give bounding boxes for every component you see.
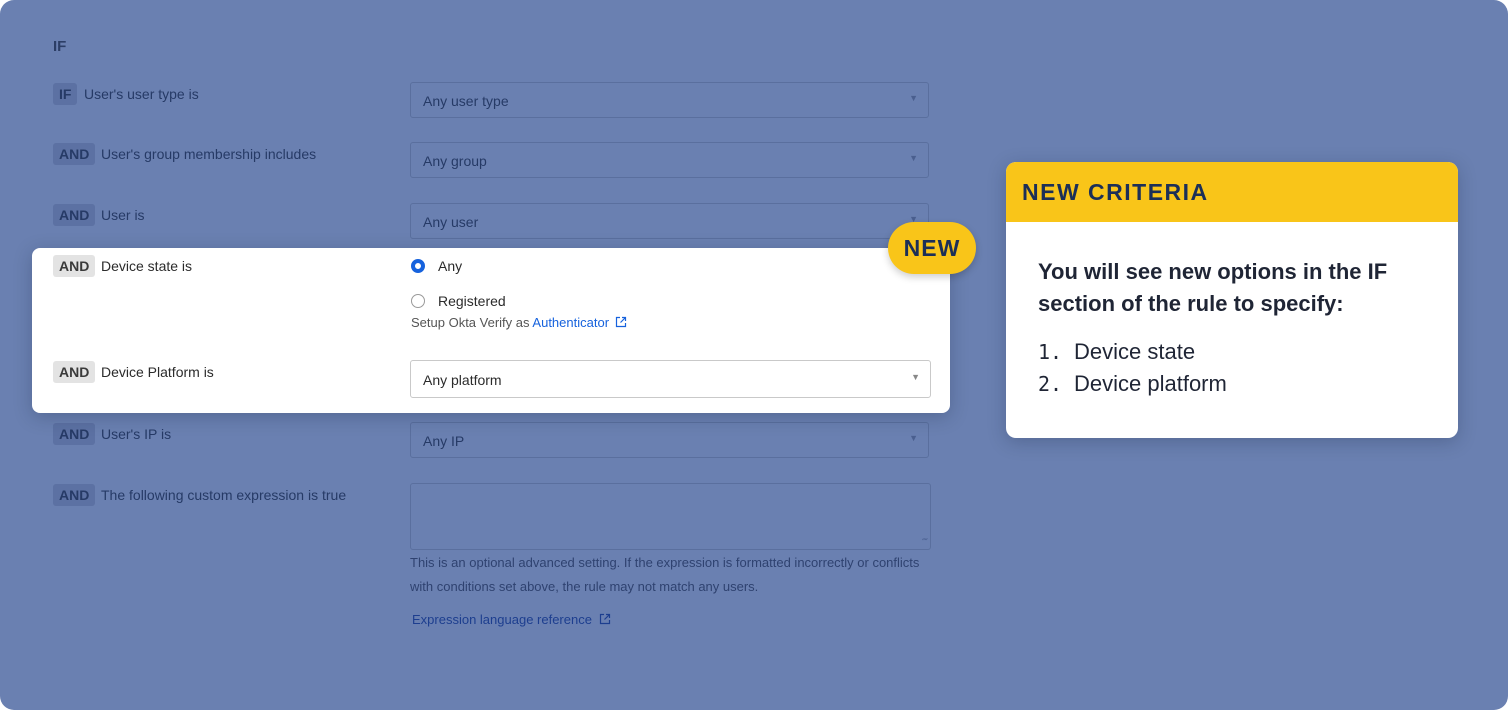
callout-header: NEW CRITERIA <box>1006 162 1458 222</box>
caret-down-icon: ▼ <box>909 433 918 443</box>
user-type-select[interactable]: Any user type ▼ <box>410 82 929 118</box>
ip-select[interactable]: Any IP ▼ <box>410 422 929 458</box>
list-item: 1. Device state <box>1038 336 1227 368</box>
connector-badge: AND <box>53 423 96 445</box>
callout-title: NEW CRITERIA <box>1022 179 1209 205</box>
setup-text: Setup Okta Verify as <box>411 315 530 330</box>
select-value: Any platform <box>423 372 502 388</box>
radio-button[interactable] <box>411 294 425 308</box>
connector-badge: AND <box>53 255 96 277</box>
new-criteria-callout: NEW CRITERIA You will see new options in… <box>1006 162 1458 438</box>
connector-badge: AND <box>53 143 96 165</box>
radio-button-selected[interactable] <box>411 259 425 273</box>
condition-label: User's IP is <box>101 426 172 442</box>
select-value: Any IP <box>423 433 465 449</box>
condition-label: Device Platform is <box>101 364 214 380</box>
select-value: Any user <box>423 214 479 230</box>
list-item: 2. Device platform <box>1038 368 1227 400</box>
connector-badge: AND <box>53 361 96 383</box>
okta-verify-setup-hint: Setup Okta Verify as Authenticator <box>411 315 627 330</box>
list-number: 1. <box>1038 340 1063 364</box>
link-text: Authenticator <box>532 315 610 330</box>
external-link-icon <box>599 613 610 625</box>
radio-label: Any <box>438 258 463 274</box>
user-select[interactable]: Any user ▼ <box>410 203 929 239</box>
resize-handle-icon[interactable]: ⁗ <box>922 538 928 547</box>
condition-label: User's user type is <box>84 86 199 102</box>
expression-reference-link[interactable]: Expression language reference <box>412 612 611 627</box>
condition-label: User is <box>101 207 145 223</box>
condition-label: User's group membership includes <box>101 146 317 162</box>
link-text: Expression language reference <box>412 612 592 627</box>
caret-down-icon: ▼ <box>909 93 918 103</box>
caret-down-icon: ▼ <box>909 153 918 163</box>
callout-list: 1. Device state 2. Device platform <box>1038 336 1227 400</box>
authenticator-link[interactable]: Authenticator <box>532 315 626 330</box>
list-text: Device state <box>1074 339 1196 364</box>
connector-badge: IF <box>53 83 78 105</box>
section-title: IF <box>53 38 67 55</box>
radio-label: Registered <box>438 293 506 309</box>
new-badge: NEW <box>888 222 976 274</box>
condition-label: Device state is <box>101 258 193 274</box>
external-link-icon <box>615 316 626 328</box>
device-platform-select[interactable]: Any platform ▼ <box>410 360 931 398</box>
group-select[interactable]: Any group ▼ <box>410 142 929 178</box>
connector-badge: AND <box>53 204 96 226</box>
custom-expression-textarea[interactable]: ⁗ <box>410 483 931 550</box>
select-value: Any user type <box>423 93 509 109</box>
expression-helper-text: This is an optional advanced setting. If… <box>410 555 920 594</box>
connector-badge: AND <box>53 484 96 506</box>
list-number: 2. <box>1038 372 1063 396</box>
callout-body: You will see new options in the IF secti… <box>1038 259 1388 316</box>
condition-label: The following custom expression is true <box>101 487 347 503</box>
select-value: Any group <box>423 153 487 169</box>
list-text: Device platform <box>1074 371 1227 396</box>
caret-down-icon: ▼ <box>911 372 920 382</box>
